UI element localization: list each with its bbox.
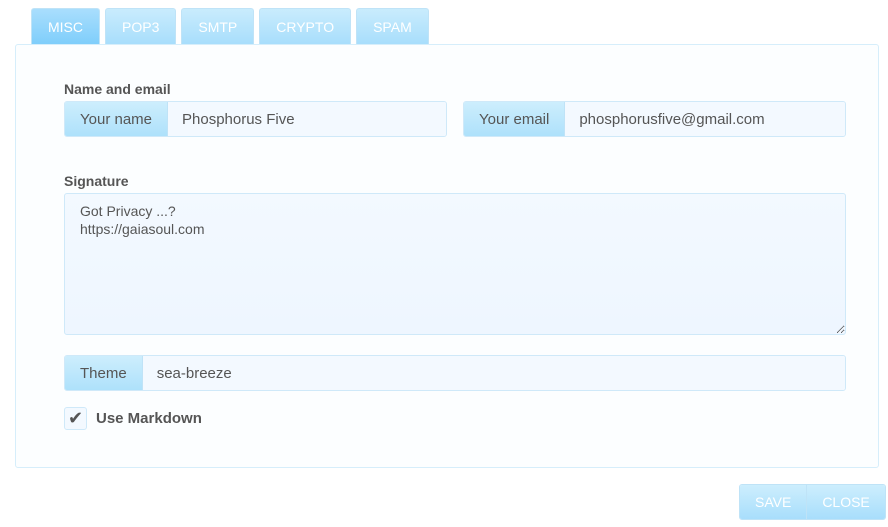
close-button[interactable]: CLOSE <box>806 485 885 519</box>
theme-field: Theme <box>64 355 846 391</box>
use-markdown-label[interactable]: Use Markdown <box>96 410 202 427</box>
action-buttons: SAVE CLOSE <box>739 484 886 520</box>
tab-smtp[interactable]: SMTP <box>181 8 255 44</box>
tab-misc[interactable]: MISC <box>31 8 100 44</box>
theme-input[interactable] <box>142 356 845 390</box>
email-addon: Your email <box>464 102 566 136</box>
email-field: Your email <box>463 101 846 137</box>
tab-bar: MISC POP3 SMTP CRYPTO SPAM <box>31 8 429 44</box>
tab-pop3[interactable]: POP3 <box>105 8 177 44</box>
email-input[interactable] <box>565 102 845 136</box>
theme-addon: Theme <box>65 356 143 390</box>
use-markdown-checkbox[interactable]: ✔ <box>64 407 87 430</box>
name-addon: Your name <box>65 102 168 136</box>
markdown-option: ✔ Use Markdown <box>64 407 202 430</box>
checkmark-icon: ✔ <box>67 408 84 428</box>
name-input[interactable] <box>168 102 446 136</box>
signature-textarea[interactable]: Got Privacy ...? https://gaiasoul.com <box>64 193 846 335</box>
name-field: Your name <box>64 101 447 137</box>
save-button[interactable]: SAVE <box>740 485 807 519</box>
name-email-heading: Name and email <box>64 81 171 97</box>
tab-spam[interactable]: SPAM <box>356 8 429 44</box>
signature-heading: Signature <box>64 173 129 189</box>
tab-crypto[interactable]: CRYPTO <box>259 8 352 44</box>
